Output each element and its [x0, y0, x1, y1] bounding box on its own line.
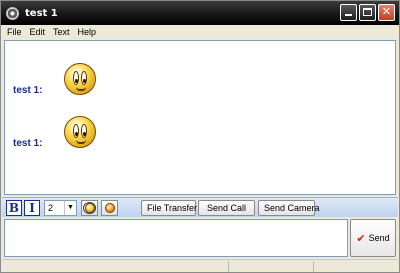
font-size-select[interactable]: 2 ▼	[44, 200, 77, 216]
bold-button[interactable]: B	[6, 200, 22, 216]
send-call-button[interactable]: Send Call	[198, 200, 255, 216]
smiley-icon	[64, 115, 97, 148]
maximize-icon	[363, 8, 372, 16]
menu-bar: File Edit Text Help	[2, 25, 398, 39]
message-input[interactable]	[4, 219, 348, 257]
window-title: test 1	[25, 7, 58, 19]
send-label: Send	[368, 233, 390, 243]
chat-window: test 1 ✕ File Edit Text Help test 1: tes…	[0, 0, 400, 273]
menu-file[interactable]: File	[2, 27, 26, 37]
chevron-down-icon[interactable]: ▼	[64, 201, 76, 215]
file-transfer-button[interactable]: File Transfer	[141, 200, 197, 216]
font-size-value: 2	[48, 203, 54, 213]
status-divider	[313, 261, 314, 272]
wink-icon	[105, 203, 115, 213]
close-icon: ✕	[381, 5, 392, 18]
wink-button[interactable]	[101, 200, 118, 216]
window-controls: ✕	[340, 4, 395, 21]
menu-help[interactable]: Help	[74, 27, 101, 37]
menu-text[interactable]: Text	[49, 27, 74, 37]
smiley-icon	[64, 62, 97, 95]
formatting-toolbar: B I 2 ▼ File Transfer Send Call Send Cam…	[2, 197, 398, 217]
close-button[interactable]: ✕	[378, 4, 395, 21]
chat-history[interactable]: test 1: test 1:	[4, 40, 396, 195]
chat-message: test 1:	[13, 114, 97, 149]
app-icon	[6, 6, 19, 20]
message-sender: test 1:	[13, 138, 43, 149]
emoticon-picker-button[interactable]	[81, 200, 98, 216]
send-camera-button[interactable]: Send Camera	[258, 200, 320, 216]
status-bar	[2, 259, 398, 272]
menu-edit[interactable]: Edit	[26, 27, 50, 37]
message-sender: test 1:	[13, 85, 43, 96]
minimize-button[interactable]	[340, 4, 357, 21]
title-bar[interactable]: test 1 ✕	[1, 1, 399, 25]
emoticon-icon	[85, 203, 95, 213]
status-divider	[228, 261, 229, 272]
minimize-icon	[345, 14, 352, 16]
italic-button[interactable]: I	[24, 200, 40, 216]
chat-message: test 1:	[13, 61, 97, 96]
send-button[interactable]: ✔ Send	[350, 219, 396, 257]
maximize-button[interactable]	[359, 4, 376, 21]
checkmark-icon: ✔	[356, 231, 366, 245]
